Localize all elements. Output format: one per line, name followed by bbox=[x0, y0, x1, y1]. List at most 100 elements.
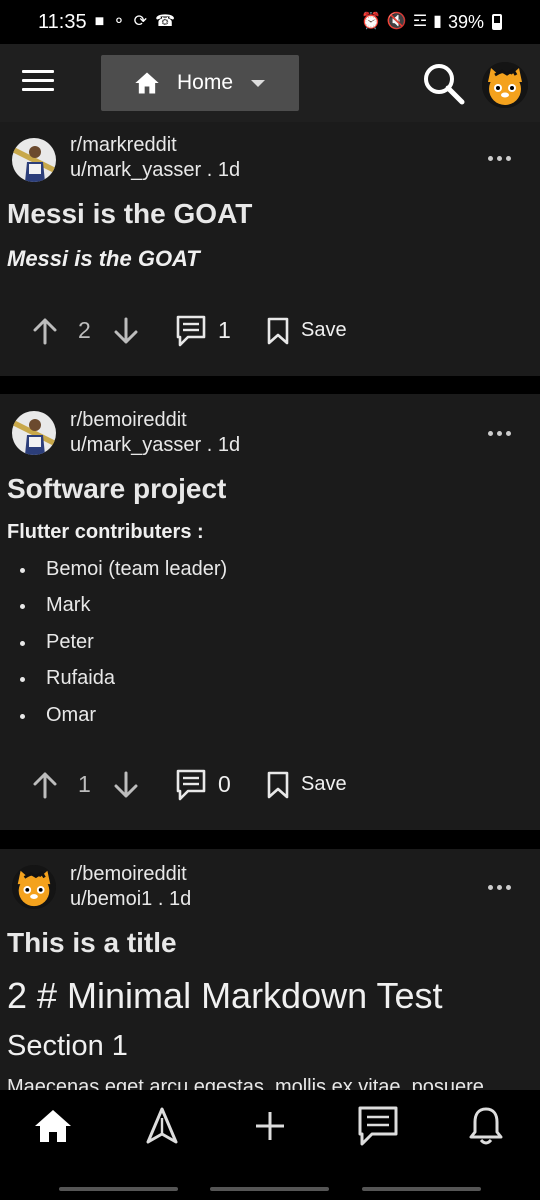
post-feed[interactable]: r/markreddit u/mark_yasser . 1d Messi is… bbox=[0, 122, 540, 1090]
list-item-text: Mark bbox=[46, 594, 91, 616]
author-avatar[interactable] bbox=[12, 411, 56, 455]
bullet-dot bbox=[20, 604, 25, 609]
bullet-dot bbox=[20, 714, 25, 719]
post-subreddit[interactable]: r/bemoireddit bbox=[70, 863, 187, 886]
bottom-navigation bbox=[0, 1090, 540, 1200]
list-item: Mark bbox=[0, 594, 540, 624]
status-time: 11:35 bbox=[38, 10, 87, 33]
feed-selector-label: Home bbox=[177, 71, 234, 94]
more-dot bbox=[488, 884, 493, 890]
list-item-text: Rufaida bbox=[46, 667, 115, 689]
comment-count: 1 bbox=[218, 317, 231, 343]
home-icon bbox=[135, 72, 159, 94]
user-avatar[interactable] bbox=[482, 62, 528, 108]
post-card[interactable]: r/bemoireddit u/mark_yasser . 1d Softwar… bbox=[0, 394, 540, 830]
menu-icon-line bbox=[22, 88, 54, 91]
search-icon[interactable] bbox=[421, 61, 467, 107]
author-avatar[interactable] bbox=[12, 865, 56, 909]
post-title[interactable]: Messi is the GOAT bbox=[7, 198, 252, 230]
post-subreddit[interactable]: r/bemoireddit bbox=[70, 409, 187, 432]
menu-button[interactable] bbox=[22, 70, 54, 96]
comment-icon[interactable] bbox=[176, 769, 206, 801]
gesture-bar[interactable] bbox=[362, 1187, 481, 1191]
chat-icon[interactable] bbox=[356, 1104, 400, 1148]
cat-avatar-icon bbox=[12, 865, 56, 909]
vote-count: 2 bbox=[78, 317, 91, 343]
markdown-heading-2: Section 1 bbox=[7, 1030, 128, 1062]
downvote-icon[interactable] bbox=[113, 317, 139, 345]
list-item-text: Peter bbox=[46, 631, 94, 653]
voicemail-icon: ⚬ bbox=[112, 13, 126, 30]
discover-icon[interactable] bbox=[140, 1104, 184, 1148]
markdown-heading-1: 2 # Minimal Markdown Test bbox=[7, 975, 443, 1016]
post-actions: 1 0 Save bbox=[0, 765, 540, 805]
bell-icon[interactable] bbox=[464, 1104, 508, 1148]
mute-icon: 🔇 bbox=[386, 13, 407, 30]
cat-avatar-icon bbox=[482, 62, 528, 108]
gesture-bar[interactable] bbox=[210, 1187, 329, 1191]
status-left: 11:35 ■ ⚬ ⟳ ☎ bbox=[38, 11, 175, 34]
chevron-down-icon bbox=[251, 79, 266, 87]
list-item: Omar bbox=[0, 704, 540, 734]
more-dot bbox=[497, 884, 502, 890]
bookmark-icon[interactable] bbox=[267, 771, 289, 799]
post-title[interactable]: This is a title bbox=[7, 927, 177, 959]
wifi-icon: ☲ bbox=[412, 13, 428, 30]
upvote-icon[interactable] bbox=[32, 317, 58, 345]
battery-percent: 39% bbox=[447, 11, 484, 32]
status-bar: 11:35 ■ ⚬ ⟳ ☎ ⏰ 🔇 ☲ ▮ 39% bbox=[0, 0, 540, 44]
upvote-icon[interactable] bbox=[32, 771, 58, 799]
save-button[interactable]: Save bbox=[301, 319, 347, 342]
bullet-dot bbox=[20, 568, 25, 573]
more-dot bbox=[506, 430, 511, 436]
comment-count: 0 bbox=[218, 771, 231, 797]
home-icon[interactable] bbox=[31, 1104, 75, 1148]
list-item: Rufaida bbox=[0, 667, 540, 697]
more-dot bbox=[506, 155, 511, 161]
list-item-text: Omar bbox=[46, 704, 96, 726]
more-dot bbox=[497, 430, 502, 436]
menu-icon-line bbox=[22, 79, 54, 82]
more-options-button[interactable] bbox=[488, 152, 516, 164]
vote-count: 1 bbox=[78, 771, 91, 797]
more-dot bbox=[506, 884, 511, 890]
save-button[interactable]: Save bbox=[301, 773, 347, 796]
more-options-button[interactable] bbox=[488, 427, 516, 439]
more-dot bbox=[497, 155, 502, 161]
gesture-bar[interactable] bbox=[59, 1187, 178, 1191]
post-title[interactable]: Software project bbox=[7, 473, 226, 505]
more-options-button[interactable] bbox=[488, 881, 516, 893]
post-author[interactable]: u/bemoi1 . 1d bbox=[70, 888, 191, 911]
post-card[interactable]: r/markreddit u/mark_yasser . 1d Messi is… bbox=[0, 122, 540, 376]
phone-icon: ☎ bbox=[155, 13, 175, 30]
author-avatar[interactable] bbox=[12, 138, 56, 182]
add-icon[interactable] bbox=[248, 1104, 292, 1148]
feed-selector-dropdown[interactable]: Home bbox=[101, 55, 299, 111]
list-item: Peter bbox=[0, 631, 540, 661]
post-actions: 2 1 Save bbox=[0, 311, 540, 351]
more-dot bbox=[488, 155, 493, 161]
comment-icon[interactable] bbox=[176, 315, 206, 347]
bookmark-icon[interactable] bbox=[267, 317, 289, 345]
list-item: Bemoi (team leader) bbox=[0, 558, 540, 588]
post-author[interactable]: u/mark_yasser . 1d bbox=[70, 434, 240, 457]
markdown-paragraph: Maecenas eget arcu egestas, mollis ex vi… bbox=[7, 1076, 484, 1090]
list-item-text: Bemoi (team leader) bbox=[46, 558, 228, 580]
post-body-heading: Flutter contributers : bbox=[7, 521, 204, 543]
menu-icon-line bbox=[22, 70, 54, 73]
post-author[interactable]: u/mark_yasser . 1d bbox=[70, 159, 240, 182]
message-notification-icon: ■ bbox=[94, 13, 105, 30]
post-card[interactable]: r/bemoireddit u/bemoi1 . 1d This is a ti… bbox=[0, 849, 540, 1090]
post-body-text: Messi is the GOAT bbox=[7, 246, 200, 271]
sync-icon: ⟳ bbox=[133, 13, 148, 30]
app-bar: Home bbox=[0, 44, 540, 122]
more-dot bbox=[488, 430, 493, 436]
player-photo-icon bbox=[12, 138, 56, 182]
status-right: ⏰ 🔇 ☲ ▮ 39% bbox=[361, 12, 502, 33]
signal-icon: ▮ bbox=[433, 13, 442, 30]
bullet-dot bbox=[20, 641, 25, 646]
battery-icon bbox=[492, 14, 502, 30]
player-photo-icon bbox=[12, 411, 56, 455]
downvote-icon[interactable] bbox=[113, 771, 139, 799]
post-subreddit[interactable]: r/markreddit bbox=[70, 134, 177, 157]
